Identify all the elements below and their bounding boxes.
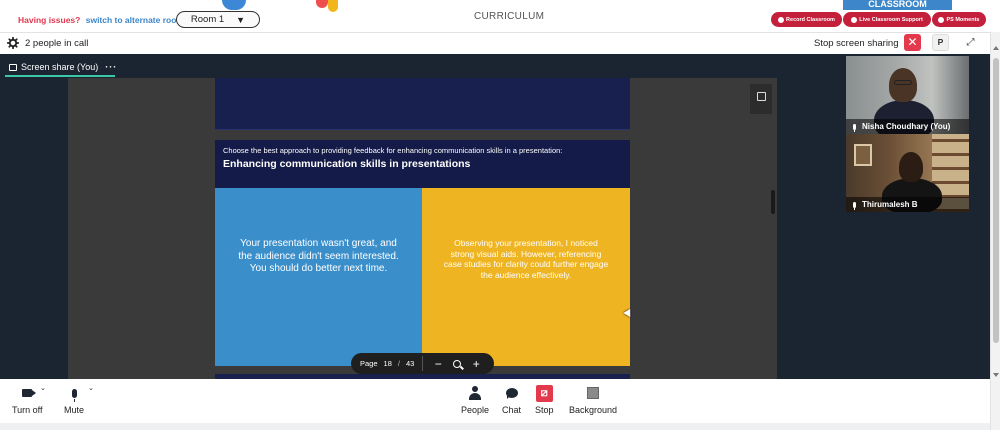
call-controls: Turn off ⌄ Mute ⌄ People Chat ⧄ Stop Bac… (0, 379, 990, 423)
participant-tile[interactable]: Nisha Choudhary (You) (846, 56, 969, 134)
tab-indicator (5, 75, 115, 77)
call-info-bar: 2 people in call Stop screen sharing ✕ P… (0, 32, 990, 54)
moments-icon (938, 16, 945, 23)
page-separator: / (397, 359, 400, 368)
stop-share-button[interactable]: ⧄ Stop (535, 384, 554, 415)
pager-divider (422, 356, 424, 371)
moments-label: PS Moments (946, 16, 980, 23)
chat-label: Chat (502, 405, 522, 415)
presenter-button[interactable]: P (932, 34, 949, 51)
expand-icon[interactable]: ⤢ (962, 34, 979, 51)
decorative-shape (222, 0, 246, 10)
turn-off-label: Turn off (12, 405, 43, 415)
people-button[interactable]: People (461, 385, 489, 415)
top-bar: CLASSROOM Having issues? switch to alter… (0, 0, 1000, 32)
microphone-icon (71, 388, 77, 402)
issue-label: Having issues? (18, 15, 81, 25)
slide-question: Choose the best approach to providing fe… (223, 146, 563, 155)
screen-share-label: Screen share (You) (21, 62, 99, 72)
zoom-out-button[interactable]: − (431, 357, 445, 371)
participant-label: Thirumalesh B (846, 197, 969, 212)
participant-name: Nisha Choudhary (You) (862, 122, 951, 131)
caret-down-icon: ▼ (236, 14, 246, 25)
page-total: 43 (405, 359, 415, 368)
people-icon (469, 386, 482, 400)
participant-video (889, 68, 917, 102)
pdf-pager: Page 18 / 43 − + (351, 353, 494, 374)
classroom-logo: CLASSROOM (843, 0, 952, 10)
participant-tile[interactable]: Thirumalesh B (846, 134, 969, 212)
record-classroom-button[interactable]: Record Classroom (771, 12, 842, 27)
participant-video (899, 152, 923, 182)
curriculum-link[interactable]: CURRICULUM (474, 11, 544, 22)
zoom-in-button[interactable]: + (469, 357, 483, 371)
open-external-icon[interactable] (750, 84, 772, 114)
room-label: Room 1 (190, 14, 225, 25)
background-icon (587, 387, 600, 399)
record-label: Record Classroom (786, 16, 835, 23)
background-button[interactable]: Background (569, 385, 617, 415)
bottom-strip (0, 423, 990, 430)
chat-button[interactable]: Chat (502, 385, 521, 415)
page-current[interactable]: 18 (384, 359, 392, 368)
mic-options-caret-icon[interactable]: ⌄ (88, 384, 94, 392)
people-label: People (461, 405, 490, 415)
screen-share-tab[interactable]: Screen share (You) ··· (9, 59, 117, 75)
alternate-room-link[interactable]: switch to alternate room (86, 15, 184, 25)
monitor-icon (9, 63, 17, 71)
decorative-shape (328, 0, 338, 12)
having-issues-text: Having issues? switch to alternate room (18, 15, 184, 25)
page-label: Page (360, 359, 378, 368)
meeting-stage: Screen share (You) ··· Choose the best a… (0, 54, 990, 379)
more-options-icon[interactable]: ··· (105, 62, 117, 72)
participant-name: Thirumalesh B (862, 200, 918, 209)
stop-share-icon: ⧄ (535, 384, 553, 402)
support-icon (851, 16, 858, 23)
camera-options-caret-icon[interactable]: ⌄ (40, 384, 46, 392)
support-label: Live Classroom Support (859, 16, 923, 23)
mute-button[interactable]: Mute (64, 385, 84, 415)
live-support-button[interactable]: Live Classroom Support (843, 12, 931, 27)
scroll-thumb[interactable] (993, 58, 999, 343)
mute-label: Mute (64, 405, 85, 415)
mic-icon (853, 123, 856, 132)
people-count: 2 people in call (25, 38, 89, 49)
ps-moments-button[interactable]: PS Moments (932, 12, 986, 27)
option-card-b: Observing your presentation, I noticed s… (422, 188, 630, 366)
room-select[interactable]: Room 1 ▼ (176, 11, 260, 28)
slide-title: Enhancing communication skills in presen… (223, 158, 471, 170)
participant-video (854, 144, 872, 166)
camera-icon (22, 389, 37, 397)
participant-video (894, 80, 912, 85)
shared-screen: Choose the best approach to providing fe… (68, 78, 777, 379)
background-label: Background (569, 405, 618, 415)
previous-slide (215, 78, 630, 130)
slide-header: Choose the best approach to providing fe… (215, 140, 630, 188)
participant-label: Nisha Choudhary (You) (846, 119, 969, 134)
page-scrollbar[interactable] (990, 32, 1000, 430)
mic-icon (853, 201, 856, 210)
turn-off-camera-button[interactable]: Turn off (12, 385, 43, 415)
stop-label: Stop (535, 405, 554, 415)
zoom-icon[interactable] (453, 359, 462, 368)
pdf-scroll-thumb[interactable] (771, 190, 775, 214)
decorative-shape (316, 0, 328, 8)
option-card-a: Your presentation wasn't great, and the … (215, 188, 422, 366)
stop-sharing-label[interactable]: Stop screen sharing (814, 38, 899, 49)
gear-icon[interactable] (7, 37, 19, 49)
scroll-down-arrow-icon[interactable] (993, 373, 999, 377)
record-icon (778, 16, 785, 23)
scroll-up-arrow-icon[interactable] (993, 46, 999, 50)
chat-icon (505, 388, 518, 399)
stop-sharing-button[interactable]: ✕ (904, 34, 921, 51)
